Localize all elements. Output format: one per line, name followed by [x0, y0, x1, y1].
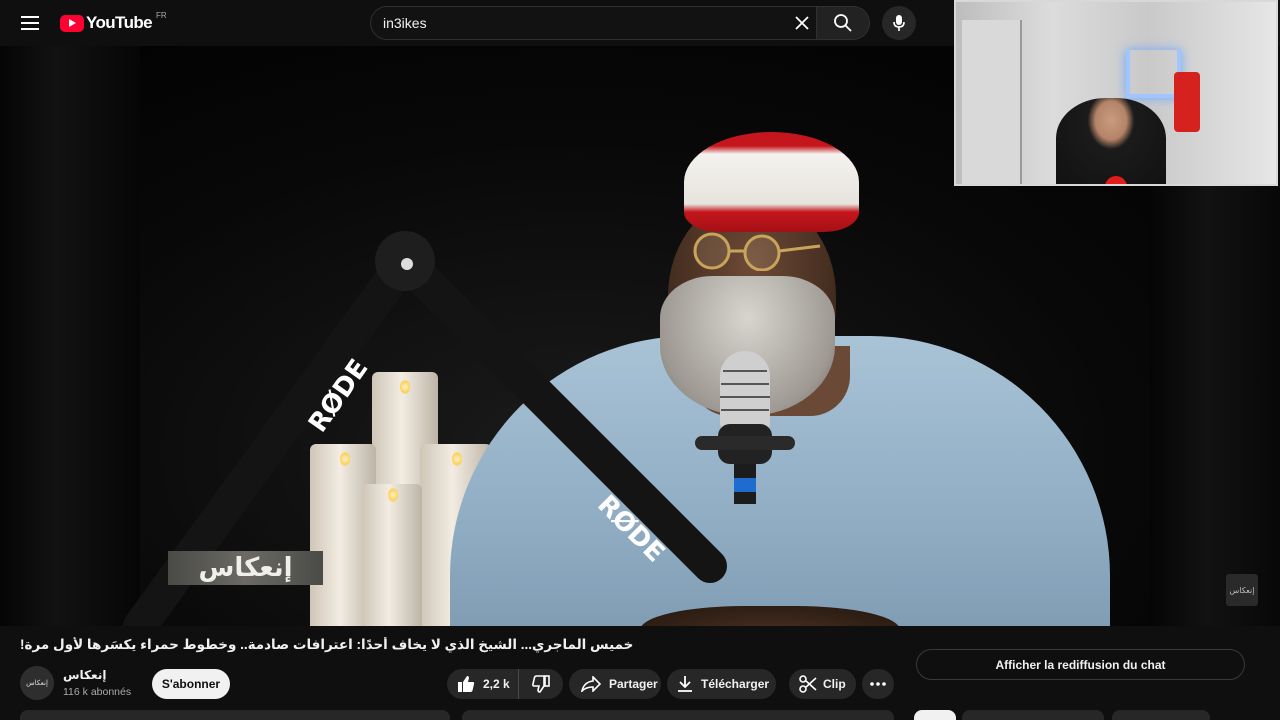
subscribe-button[interactable]: S'abonner [152, 669, 230, 699]
clip-icon [799, 675, 817, 693]
search-box [370, 6, 817, 40]
microphone [695, 351, 795, 504]
youtube-logo[interactable]: YouTube FR [60, 10, 167, 34]
share-icon [581, 676, 601, 692]
webcam-flag [1174, 72, 1200, 132]
download-button[interactable]: Télécharger [667, 669, 776, 699]
subscriber-count: 116 k abonnés [63, 686, 132, 698]
more-icon [870, 682, 886, 686]
like-button[interactable]: 2,2 k [447, 669, 519, 699]
channel-avatar[interactable]: إنعكاس [20, 666, 54, 700]
guide-menu-button[interactable] [12, 5, 48, 41]
download-label: Télécharger [701, 677, 770, 691]
curtain-left [0, 46, 140, 626]
more-actions-button[interactable] [862, 669, 894, 699]
youtube-logo-icon [60, 14, 84, 32]
region-code: FR [156, 10, 167, 20]
mic-icon [893, 15, 905, 31]
clip-label: Clip [823, 677, 846, 691]
dislike-button[interactable] [519, 669, 563, 699]
close-icon [795, 16, 809, 30]
like-count: 2,2 k [483, 677, 510, 691]
description-box[interactable] [20, 710, 450, 720]
webcam-streamer [1056, 98, 1166, 184]
video-title: !خميس الماجري... الشيخ الذي لا يخاف أحدً… [20, 637, 634, 652]
filter-chip[interactable] [1112, 710, 1210, 720]
search-clear-button[interactable] [788, 9, 816, 37]
webcam-door [962, 20, 1022, 184]
filter-chip-active[interactable] [914, 710, 956, 720]
dislike-icon [532, 675, 550, 693]
branding-corner-logo[interactable]: إنعكاس [1226, 574, 1258, 606]
channel-name[interactable]: إنعكاس [63, 668, 106, 682]
search-input[interactable] [383, 7, 783, 39]
share-button[interactable]: Partager [569, 669, 661, 699]
speaker-turban [684, 132, 859, 232]
like-dislike-group: 2,2 k [447, 669, 563, 699]
clip-button[interactable]: Clip [789, 669, 856, 699]
share-label: Partager [609, 677, 658, 691]
channel-watermark: إنعكاس [168, 551, 323, 585]
search-icon [834, 14, 852, 32]
logo-text: YouTube [86, 13, 153, 32]
filter-chip[interactable] [962, 710, 1104, 720]
webcam-neon-light [1126, 50, 1181, 98]
streamer-webcam-overlay [954, 0, 1278, 186]
menu-icon [21, 16, 39, 30]
search-button[interactable] [816, 6, 870, 40]
voice-search-button[interactable] [882, 6, 916, 40]
like-icon [458, 676, 475, 692]
show-chat-replay-button[interactable]: Afficher la rediffusion du chat [916, 649, 1245, 680]
download-icon [678, 676, 692, 692]
comment-box[interactable] [462, 710, 894, 720]
